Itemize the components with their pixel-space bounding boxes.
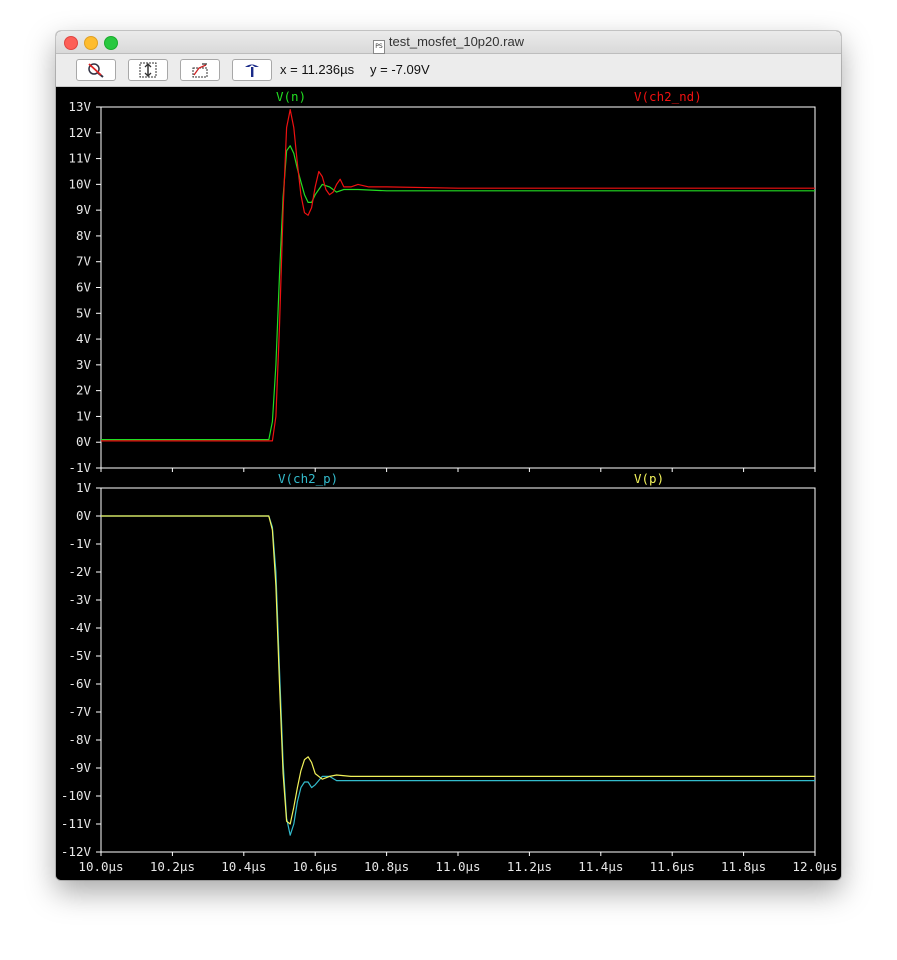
y-tick-label: 3V (76, 357, 92, 372)
x-tick-label: 10.6µs (293, 859, 338, 874)
zoom-reset-button[interactable] (76, 59, 116, 81)
y-tick-label: 10V (68, 176, 91, 191)
y-tick-label: 13V (68, 99, 91, 114)
y-tick-label: 0V (76, 434, 92, 449)
y-tick-label: -12V (61, 844, 92, 859)
y-tick-label: 9V (76, 202, 92, 217)
postscript-file-icon: PS (372, 40, 385, 54)
window-title-text: test_mosfet_10p20.raw (388, 34, 525, 49)
y-tick-label: -9V (68, 760, 91, 775)
y-tick-label: 6V (76, 280, 92, 295)
y-tick-label: 5V (76, 305, 92, 320)
y-tick-label: 7V (76, 254, 92, 269)
y-tick-label: -4V (68, 620, 91, 635)
y-tick-label: -1V (68, 536, 91, 551)
x-tick-label: 11.2µs (507, 859, 552, 874)
legend-entry: V(p) (634, 471, 664, 486)
toolbar: x = 11.236µs y = -7.09V (56, 54, 841, 87)
crosshair-cursor-button[interactable] (232, 59, 272, 81)
y-tick-label: -1V (68, 460, 91, 475)
zoom-x-button[interactable] (180, 59, 220, 81)
y-tick-label: -3V (68, 592, 91, 607)
y-tick-label: 1V (76, 408, 92, 423)
y-tick-label: -2V (68, 564, 91, 579)
waveform-plot-area[interactable]: 13V 12V 11V 10V 9V 8V 7V 6V 5V 4V 3V 2V 1V 0V -1V V(n) V… (56, 87, 841, 880)
plot-background (56, 87, 841, 880)
crosshair-cursor-icon (245, 64, 259, 77)
x-tick-label: 11.8µs (721, 859, 766, 874)
y-tick-label: 0V (76, 508, 92, 523)
x-tick-label: 10.4µs (221, 859, 266, 874)
legend-entry: V(ch2_nd) (634, 89, 702, 104)
x-tick-label: 10.2µs (150, 859, 195, 874)
legend-entry: V(n) (276, 89, 306, 104)
y-tick-label: -7V (68, 704, 91, 719)
zoom-x-icon (192, 63, 208, 78)
y-tick-label: -10V (61, 788, 92, 803)
x-tick-label: 10.0µs (78, 859, 123, 874)
x-tick-label: 11.0µs (435, 859, 480, 874)
y-tick-label: -5V (68, 648, 91, 663)
y-tick-label: 4V (76, 331, 92, 346)
x-tick-label: 11.6µs (650, 859, 695, 874)
title-bar[interactable]: PS test_mosfet_10p20.raw (56, 31, 841, 54)
x-tick-label: 10.8µs (364, 859, 409, 874)
x-tick-label: 12.0µs (792, 859, 837, 874)
y-tick-label: -8V (68, 732, 91, 747)
window-title: PS test_mosfet_10p20.raw (56, 34, 841, 54)
zoom-y-icon (139, 62, 157, 78)
plot-window: PS test_mosfet_10p20.raw x = 11.236µs y … (56, 31, 841, 880)
y-tick-label: 11V (68, 151, 91, 166)
y-tick-label: 8V (76, 228, 92, 243)
y-coordinate-readout: y = -7.09V (370, 62, 430, 77)
zoom-y-button[interactable] (128, 59, 168, 81)
x-coordinate-readout: x = 11.236µs (280, 62, 355, 77)
y-tick-label: -11V (61, 816, 92, 831)
y-tick-label: 2V (76, 383, 92, 398)
y-tick-label: 12V (68, 125, 91, 140)
zoom-reset-icon (88, 63, 104, 78)
legend-entry: V(ch2_p) (278, 471, 338, 486)
x-tick-label: 11.4µs (578, 859, 623, 874)
y-tick-label: -6V (68, 676, 91, 691)
y-tick-label: 1V (76, 480, 92, 495)
